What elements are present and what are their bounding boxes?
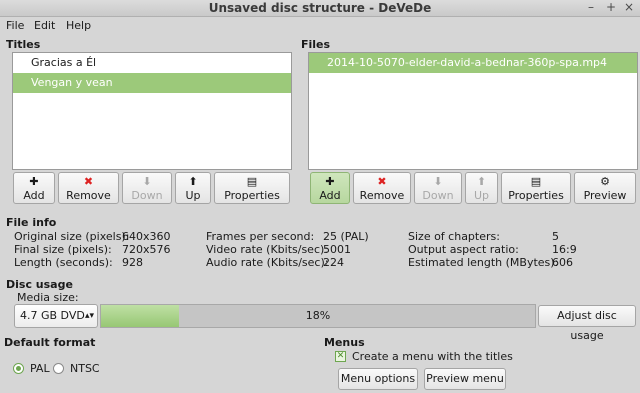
files-properties-button[interactable]: ▤ Properties bbox=[501, 172, 571, 204]
titles-remove-label: Remove bbox=[66, 189, 111, 202]
final-size-label: Final size (pixels): bbox=[14, 243, 112, 256]
titles-down-button[interactable]: ⬇ Down bbox=[122, 172, 172, 204]
files-down-label: Down bbox=[422, 189, 454, 202]
media-size-label: Media size: bbox=[17, 291, 79, 304]
create-menu-label: Create a menu with the titles bbox=[352, 350, 513, 363]
down-arrow-icon: ⬇ bbox=[142, 175, 152, 188]
media-size-select[interactable]: 4.7 GB DVD ▴▾ bbox=[14, 304, 98, 328]
files-properties-label: Properties bbox=[508, 189, 564, 202]
titles-list-item-selected[interactable]: Vengan y vean bbox=[13, 73, 291, 93]
original-size-value: 640x360 bbox=[122, 230, 171, 243]
pal-label: PAL bbox=[30, 362, 50, 375]
up-arrow-icon: ⬆ bbox=[476, 175, 487, 188]
fps-label: Frames per second: bbox=[206, 230, 315, 243]
disc-usage-heading: Disc usage bbox=[6, 278, 73, 291]
remove-icon: ✖ bbox=[377, 175, 387, 188]
titles-list[interactable]: Gracias a Él Vengan y vean bbox=[12, 52, 292, 170]
file-info-heading: File info bbox=[6, 216, 57, 229]
disc-usage-progress: 18% bbox=[100, 304, 536, 328]
window-title: Unsaved disc structure - DeVeDe bbox=[208, 1, 432, 15]
maximize-icon[interactable]: + bbox=[606, 0, 616, 14]
aspect-label: Output aspect ratio: bbox=[408, 243, 519, 256]
adjust-disc-usage-button[interactable]: Adjust disc usage bbox=[538, 305, 636, 342]
ntsc-radio[interactable] bbox=[53, 363, 64, 374]
files-up-button[interactable]: ⬆ Up bbox=[465, 172, 498, 204]
aspect-value: 16:9 bbox=[552, 243, 577, 256]
close-icon[interactable]: × bbox=[624, 0, 634, 14]
titles-list-item[interactable]: Gracias a Él bbox=[13, 53, 291, 73]
properties-icon: ▤ bbox=[530, 175, 542, 188]
preview-menu-button[interactable]: Preview menu bbox=[424, 368, 506, 390]
menu-edit[interactable]: Edit bbox=[34, 19, 55, 32]
down-arrow-icon: ⬇ bbox=[433, 175, 443, 188]
files-list-item-selected[interactable]: 2014-10-5070-elder-david-a-bednar-360p-s… bbox=[309, 53, 637, 73]
length-label: Length (seconds): bbox=[14, 256, 113, 269]
titles-heading: Titles bbox=[6, 38, 41, 51]
files-up-label: Up bbox=[473, 189, 490, 202]
files-remove-button[interactable]: ✖ Remove bbox=[353, 172, 411, 204]
chapters-value: 5 bbox=[552, 230, 559, 243]
minimize-icon[interactable]: – bbox=[588, 0, 594, 14]
video-rate-label: Video rate (Kbits/sec): bbox=[206, 243, 328, 256]
pal-radio[interactable] bbox=[13, 363, 24, 374]
length-value: 928 bbox=[122, 256, 143, 269]
files-remove-label: Remove bbox=[359, 189, 405, 202]
titles-up-label: Up bbox=[185, 189, 201, 202]
titles-remove-button[interactable]: ✖ Remove bbox=[58, 172, 119, 204]
disc-usage-percent: 18% bbox=[305, 309, 331, 322]
files-add-button[interactable]: ✚ Add bbox=[310, 172, 350, 204]
chapters-label: Size of chapters: bbox=[408, 230, 500, 243]
titles-add-label: Add bbox=[23, 189, 45, 202]
menu-file[interactable]: File bbox=[6, 19, 24, 32]
ntsc-label: NTSC bbox=[70, 362, 100, 375]
est-length-label: Estimated length (MBytes): bbox=[408, 256, 559, 269]
audio-rate-label: Audio rate (Kbits/sec): bbox=[206, 256, 329, 269]
window-titlebar: Unsaved disc structure - DeVeDe – + × bbox=[0, 0, 640, 17]
files-preview-button[interactable]: ⚙ Preview bbox=[574, 172, 636, 204]
up-arrow-icon: ⬆ bbox=[188, 175, 198, 188]
create-menu-checkbox[interactable]: ✕ bbox=[335, 351, 346, 362]
spin-arrows-icon: ▴▾ bbox=[84, 311, 94, 321]
titles-properties-button[interactable]: ▤ Properties bbox=[214, 172, 290, 204]
menu-help[interactable]: Help bbox=[66, 19, 91, 32]
files-add-label: Add bbox=[319, 189, 341, 202]
preview-gear-icon: ⚙ bbox=[600, 175, 610, 188]
files-heading: Files bbox=[301, 38, 331, 51]
add-icon: ✚ bbox=[325, 175, 335, 188]
menu-options-button[interactable]: Menu options bbox=[338, 368, 418, 390]
video-rate-value: 5001 bbox=[323, 243, 351, 256]
files-list[interactable]: 2014-10-5070-elder-david-a-bednar-360p-s… bbox=[308, 52, 638, 170]
titles-properties-label: Properties bbox=[224, 189, 280, 202]
media-size-value: 4.7 GB DVD bbox=[20, 309, 85, 322]
add-icon: ✚ bbox=[29, 175, 39, 188]
est-length-value: 606 bbox=[552, 256, 573, 269]
menu-bar: File Edit Help bbox=[0, 17, 640, 35]
titles-add-button[interactable]: ✚ Add bbox=[13, 172, 55, 204]
original-size-label: Original size (pixels): bbox=[14, 230, 130, 243]
audio-rate-value: 224 bbox=[323, 256, 344, 269]
default-format-heading: Default format bbox=[4, 336, 96, 349]
titles-down-label: Down bbox=[131, 189, 163, 202]
remove-icon: ✖ bbox=[83, 175, 94, 188]
fps-value: 25 (PAL) bbox=[323, 230, 369, 243]
files-preview-label: Preview bbox=[583, 189, 627, 202]
titles-up-button[interactable]: ⬆ Up bbox=[175, 172, 211, 204]
menus-heading: Menus bbox=[324, 336, 365, 349]
files-down-button[interactable]: ⬇ Down bbox=[414, 172, 462, 204]
final-size-value: 720x576 bbox=[122, 243, 171, 256]
properties-icon: ▤ bbox=[246, 175, 258, 188]
